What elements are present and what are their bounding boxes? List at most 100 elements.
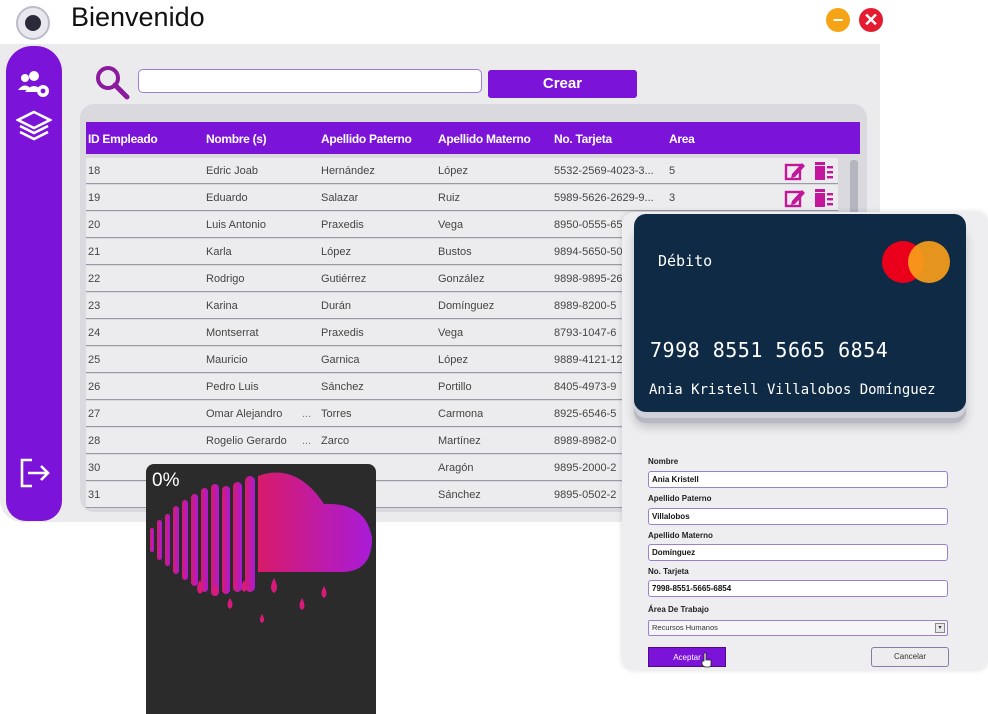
table-cell-paterno: Garnica <box>321 354 360 366</box>
table-cell-nombre: Rogelio Gerardo <box>206 435 287 447</box>
title-bar: Bienvenido − ✕ <box>0 0 988 44</box>
table-cell-id: 26 <box>88 381 101 393</box>
table-row[interactable]: 19 Eduardo Salazar Ruiz 5989-5626-2629-9... 3 <box>86 185 838 211</box>
table-cell-id: 25 <box>88 354 101 366</box>
mastercard-logo-yellow <box>908 241 950 283</box>
table-cell-tarjeta: 9889-4121-12 <box>554 354 623 366</box>
table-cell-tarjeta: 8989-8200-5 <box>554 300 617 312</box>
minimize-button[interactable]: − <box>826 8 850 32</box>
table-header: ID Empleado Nombre (s) Apellido Paterno … <box>86 122 860 154</box>
table-cell-materno: Portillo <box>438 381 472 393</box>
table-cell-materno: Carmona <box>438 408 484 420</box>
sidebar <box>6 46 62 521</box>
cancelar-button[interactable]: Cancelar <box>871 647 949 667</box>
close-button[interactable]: ✕ <box>859 8 883 32</box>
table-cell-id: 18 <box>88 165 101 177</box>
table-cell-tarjeta: 8950-0555-65 <box>554 219 623 231</box>
table-cell-paterno: Durán <box>321 300 351 312</box>
logout-icon[interactable] <box>16 456 52 490</box>
column-header[interactable]: Apellido Paterno <box>321 132 412 146</box>
table-cell-nombre: Edric Joab <box>206 165 258 177</box>
table-cell-id: 27 <box>88 408 101 420</box>
apellido-paterno-label: Apellido Paterno <box>648 494 712 503</box>
table-cell-paterno: Praxedis <box>321 327 364 339</box>
table-cell-id: 21 <box>88 246 101 258</box>
column-header[interactable]: Nombre (s) <box>206 132 267 146</box>
table-cell-id: 30 <box>88 462 101 474</box>
table-cell-nombre: Karla <box>206 246 232 258</box>
table-cell-id: 22 <box>88 273 101 285</box>
table-cell-id: 20 <box>88 219 101 231</box>
raining-cloud-icon <box>150 472 372 623</box>
table-cell-paterno: Zarco <box>321 435 350 447</box>
table-cell-nombre: Rodrigo <box>206 273 245 285</box>
apellido-materno-field[interactable]: Domínguez <box>648 544 948 561</box>
table-cell-tarjeta: 8405-4973-9 <box>554 381 617 393</box>
table-cell-materno: Martínez <box>438 435 481 447</box>
aceptar-button[interactable]: Aceptar <box>648 647 726 667</box>
card-holder-name: Ania Kristell Villalobos Domínguez <box>649 382 936 398</box>
column-header[interactable]: No. Tarjeta <box>554 132 612 146</box>
layers-icon[interactable] <box>15 108 53 142</box>
table-row[interactable]: 18 Edric Joab Hernández López 5532-2569-4023… <box>86 158 838 184</box>
chevron-down-icon[interactable]: ▾ <box>935 623 945 633</box>
edit-icon[interactable] <box>784 160 806 182</box>
users-settings-icon[interactable] <box>16 68 52 102</box>
scrollbar-thumb[interactable] <box>850 160 858 220</box>
table-cell-paterno: Gutiérrez <box>321 273 367 285</box>
table-cell-nombre: Karina <box>206 300 238 312</box>
table-cell-tarjeta: 5532-2569-4023-3... <box>554 165 654 177</box>
table-cell-id: 28 <box>88 435 101 447</box>
search-icon[interactable] <box>94 64 130 100</box>
table-cell-paterno: Torres <box>321 408 352 420</box>
delete-icon[interactable] <box>812 160 834 182</box>
page-title: Bienvenido <box>71 2 205 32</box>
table-cell-tarjeta: 8793-1047-6 <box>554 327 617 339</box>
table-cell-materno: López <box>438 354 468 366</box>
loading-overlay: 0% <box>146 464 376 714</box>
table-cell-nombre: Luis Antonio <box>206 219 266 231</box>
card-type: Débito <box>658 252 713 270</box>
table-cell-area: 3 <box>669 192 676 204</box>
app-logo <box>16 6 50 40</box>
table-cell-tarjeta: 5989-5626-2629-9... <box>554 192 654 204</box>
crear-button[interactable]: Crear <box>488 70 637 98</box>
table-cell-materno: Bustos <box>438 246 472 258</box>
no-tarjeta-label: No. Tarjeta <box>648 567 689 576</box>
table-cell-nombre: Mauricio <box>206 354 248 366</box>
area-trabajo-select[interactable]: Recursos Humanos ▾ <box>648 620 948 636</box>
table-cell-id: 24 <box>88 327 101 339</box>
table-cell-area: 5 <box>669 165 676 177</box>
search-input[interactable] <box>138 69 482 93</box>
table-cell-materno: González <box>438 273 485 285</box>
no-tarjeta-field[interactable]: 7998-8551-5665-6854 <box>648 580 948 597</box>
table-cell-materno: Domínguez <box>438 300 495 312</box>
apellido-paterno-field[interactable]: Villalobos <box>648 508 948 525</box>
column-header[interactable]: Area <box>669 132 695 146</box>
table-cell-materno: Vega <box>438 327 464 339</box>
table-cell-id: 19 <box>88 192 101 204</box>
table-cell-nombre: Pedro Luis <box>206 381 259 393</box>
table-cell-materno: Ruiz <box>438 192 461 204</box>
hand-cursor-icon <box>701 652 712 668</box>
table-cell-paterno: Praxedis <box>321 219 364 231</box>
table-cell-materno: López <box>438 165 468 177</box>
column-header[interactable]: ID Empleado <box>88 132 158 146</box>
table-cell-nombre: Eduardo <box>206 192 248 204</box>
table-cell-nombre: Omar Alejandro <box>206 408 283 420</box>
column-header[interactable]: Apellido Materno <box>438 132 531 146</box>
debit-card: Débito 7998 8551 5665 6854 Ania Kristell… <box>634 214 966 412</box>
table-cell-paterno: Salazar <box>321 192 359 204</box>
delete-icon[interactable] <box>812 187 834 209</box>
table-cell-nombre: Montserrat <box>206 327 259 339</box>
table-cell-tarjeta: 8925-6546-5 <box>554 408 617 420</box>
edit-icon[interactable] <box>784 187 806 209</box>
area-trabajo-label: Área De Trabajo <box>648 605 709 614</box>
nombre-label: Nombre <box>648 457 679 466</box>
nombre-field[interactable]: Ania Kristell <box>648 471 948 488</box>
table-cell-paterno: Sánchez <box>321 381 364 393</box>
area-trabajo-value: Recursos Humanos <box>652 623 718 632</box>
table-cell-materno: Vega <box>438 219 464 231</box>
table-cell-tarjeta: 9894-5650-50 <box>554 246 623 258</box>
table-cell-tarjeta: 8989-8982-0 <box>554 435 617 447</box>
